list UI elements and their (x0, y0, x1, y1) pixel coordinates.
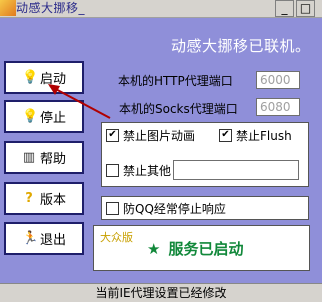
block-other-checkbox[interactable] (106, 164, 119, 177)
edition-tag: 大众版 (100, 231, 133, 244)
exit-icon: 🏃 (22, 231, 39, 246)
block-other-label: 禁止其他 (123, 164, 172, 178)
block-other-option[interactable]: 禁止其他 (106, 162, 171, 179)
start-button[interactable]: 💡 启动 (4, 61, 84, 94)
socks-port-input[interactable]: 6080 (256, 98, 300, 116)
version-label: 版本 (40, 193, 67, 208)
block-other-input[interactable] (173, 160, 299, 180)
connection-status: 动感大挪移已联机。 (171, 37, 311, 55)
block-flash-checkbox[interactable]: ✔ (219, 129, 232, 142)
socks-port-label: 本机的Socks代理端口 (119, 102, 238, 116)
stop-button[interactable]: 💡 停止 (4, 100, 84, 133)
start-label: 启动 (40, 72, 67, 87)
question-icon: ? (25, 191, 33, 206)
block-gif-label: 禁止图片动画 (123, 129, 196, 143)
block-flash-label: 禁止Flush (236, 129, 292, 143)
block-gif-checkbox[interactable]: ✔ (106, 129, 119, 142)
window-title: 动感大挪移_ (16, 1, 86, 15)
service-state: ★ 服务已启动 (147, 238, 243, 259)
http-port-label: 本机的HTTP代理端口 (118, 74, 233, 88)
status-bar: 当前IE代理设置已经修改 (0, 283, 322, 302)
maximize-button[interactable]: □ (296, 0, 315, 17)
service-panel: 大众版 ★ 服务已启动 (93, 225, 310, 271)
http-port-input[interactable]: 6000 (256, 71, 300, 89)
minimize-button[interactable]: _ (275, 0, 294, 17)
service-state-label: 服务已启动 (168, 240, 244, 258)
qq-fix-option[interactable]: 防QQ经常停止响应 (106, 200, 226, 217)
star-icon: ★ (147, 239, 161, 258)
books-icon: ▥ (22, 150, 36, 165)
bulb-icon: 💡 (22, 70, 39, 85)
app-icon (0, 0, 16, 16)
exit-label: 退出 (40, 233, 67, 248)
version-button[interactable]: ? 版本 (4, 182, 84, 215)
bulb-off-icon: 💡 (22, 109, 39, 124)
block-flash-option[interactable]: ✔ 禁止Flush (219, 127, 292, 144)
qq-fix-checkbox[interactable] (106, 202, 119, 215)
block-gif-option[interactable]: ✔ 禁止图片动画 (106, 127, 195, 144)
exit-button[interactable]: 🏃 退出 (4, 222, 84, 255)
title-bar: 动感大挪移_ _ □ (0, 0, 322, 18)
qq-fix-label: 防QQ经常停止响应 (123, 202, 226, 216)
stop-label: 停止 (40, 111, 67, 126)
help-button[interactable]: ▥ 帮助 (4, 141, 84, 174)
help-label: 帮助 (40, 152, 67, 167)
